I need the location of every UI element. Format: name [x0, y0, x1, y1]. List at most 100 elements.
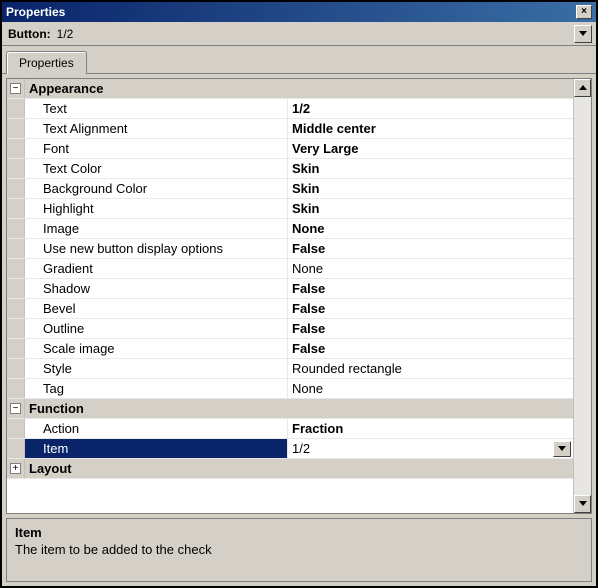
- object-type-label: Button:: [4, 25, 55, 43]
- property-value[interactable]: 1/2: [287, 99, 573, 118]
- property-row[interactable]: Scale imageFalse: [7, 339, 573, 359]
- expand-spacer: [7, 439, 25, 458]
- property-value[interactable]: False: [287, 279, 573, 298]
- expand-spacer: [7, 279, 25, 298]
- expand-toggle[interactable]: −: [7, 79, 25, 98]
- property-value[interactable]: False: [287, 239, 573, 258]
- property-row[interactable]: OutlineFalse: [7, 319, 573, 339]
- property-row[interactable]: ImageNone: [7, 219, 573, 239]
- property-label: Outline: [25, 319, 287, 338]
- property-label: Shadow: [25, 279, 287, 298]
- tabstrip: Properties: [2, 46, 596, 74]
- category-row[interactable]: −Function: [7, 399, 573, 419]
- property-label: Image: [25, 219, 287, 238]
- tab-properties[interactable]: Properties: [6, 51, 87, 74]
- chevron-down-icon: [579, 31, 587, 37]
- properties-window: Properties × Button: 1/2 Properties −App…: [0, 0, 598, 588]
- description-pane: Item The item to be added to the check: [6, 518, 592, 582]
- category-label: Layout: [25, 459, 573, 478]
- property-row[interactable]: Item1/2: [7, 439, 573, 459]
- scroll-track[interactable]: [574, 97, 591, 495]
- expand-toggle[interactable]: −: [7, 399, 25, 418]
- minus-icon: −: [10, 83, 21, 94]
- property-row[interactable]: BevelFalse: [7, 299, 573, 319]
- property-row[interactable]: TagNone: [7, 379, 573, 399]
- category-row[interactable]: −Appearance: [7, 79, 573, 99]
- property-label: Text: [25, 99, 287, 118]
- property-row[interactable]: HighlightSkin: [7, 199, 573, 219]
- property-value[interactable]: False: [287, 299, 573, 318]
- chevron-down-icon: [579, 501, 587, 507]
- expand-spacer: [7, 139, 25, 158]
- property-label: Action: [25, 419, 287, 438]
- property-row[interactable]: Text ColorSkin: [7, 159, 573, 179]
- property-value[interactable]: Very Large: [287, 139, 573, 158]
- property-grid-rows: −AppearanceText1/2Text AlignmentMiddle c…: [7, 79, 573, 513]
- property-row[interactable]: Text1/2: [7, 99, 573, 119]
- property-value[interactable]: Rounded rectangle: [287, 359, 573, 378]
- property-grid: −AppearanceText1/2Text AlignmentMiddle c…: [6, 78, 592, 514]
- expand-spacer: [7, 99, 25, 118]
- property-label: Scale image: [25, 339, 287, 358]
- property-row[interactable]: Background ColorSkin: [7, 179, 573, 199]
- property-value[interactable]: None: [287, 219, 573, 238]
- property-row[interactable]: Use new button display optionsFalse: [7, 239, 573, 259]
- expand-spacer: [7, 319, 25, 338]
- property-label: Tag: [25, 379, 287, 398]
- window-title: Properties: [6, 5, 65, 19]
- vertical-scrollbar[interactable]: [573, 79, 591, 513]
- property-value[interactable]: None: [287, 259, 573, 278]
- property-value[interactable]: Skin: [287, 199, 573, 218]
- property-label: Font: [25, 139, 287, 158]
- expand-spacer: [7, 239, 25, 258]
- expand-spacer: [7, 259, 25, 278]
- help-description: The item to be added to the check: [15, 542, 583, 557]
- property-value[interactable]: 1/2: [287, 439, 573, 458]
- expand-spacer: [7, 179, 25, 198]
- property-row[interactable]: FontVery Large: [7, 139, 573, 159]
- property-value[interactable]: Middle center: [287, 119, 573, 138]
- value-dropdown-button[interactable]: [553, 441, 571, 457]
- property-value[interactable]: Skin: [287, 159, 573, 178]
- expand-spacer: [7, 359, 25, 378]
- property-row[interactable]: Text AlignmentMiddle center: [7, 119, 573, 139]
- category-row[interactable]: +Layout: [7, 459, 573, 479]
- property-row[interactable]: ActionFraction: [7, 419, 573, 439]
- property-value[interactable]: False: [287, 319, 573, 338]
- scroll-down-button[interactable]: [574, 495, 591, 513]
- property-value[interactable]: Fraction: [287, 419, 573, 438]
- property-row[interactable]: StyleRounded rectangle: [7, 359, 573, 379]
- object-name: 1/2: [55, 25, 574, 43]
- close-icon[interactable]: ×: [576, 5, 592, 19]
- property-value[interactable]: False: [287, 339, 573, 358]
- object-selector[interactable]: Button: 1/2: [2, 22, 596, 46]
- property-label: Item: [25, 439, 287, 458]
- chevron-down-icon: [558, 446, 566, 452]
- titlebar: Properties ×: [2, 2, 596, 22]
- property-label: Highlight: [25, 199, 287, 218]
- scroll-up-button[interactable]: [574, 79, 591, 97]
- property-label: Gradient: [25, 259, 287, 278]
- minus-icon: −: [10, 403, 21, 414]
- property-label: Style: [25, 359, 287, 378]
- expand-spacer: [7, 419, 25, 438]
- property-label: Use new button display options: [25, 239, 287, 258]
- property-value[interactable]: None: [287, 379, 573, 398]
- property-label: Background Color: [25, 179, 287, 198]
- expand-spacer: [7, 299, 25, 318]
- category-label: Function: [25, 399, 573, 418]
- property-label: Bevel: [25, 299, 287, 318]
- property-label: Text Color: [25, 159, 287, 178]
- category-label: Appearance: [25, 79, 573, 98]
- chevron-up-icon: [579, 85, 587, 91]
- object-dropdown-button[interactable]: [574, 25, 592, 43]
- property-row[interactable]: ShadowFalse: [7, 279, 573, 299]
- property-value[interactable]: Skin: [287, 179, 573, 198]
- expand-spacer: [7, 379, 25, 398]
- help-title: Item: [15, 525, 583, 540]
- expand-spacer: [7, 199, 25, 218]
- expand-toggle[interactable]: +: [7, 459, 25, 478]
- property-row[interactable]: GradientNone: [7, 259, 573, 279]
- expand-spacer: [7, 339, 25, 358]
- expand-spacer: [7, 159, 25, 178]
